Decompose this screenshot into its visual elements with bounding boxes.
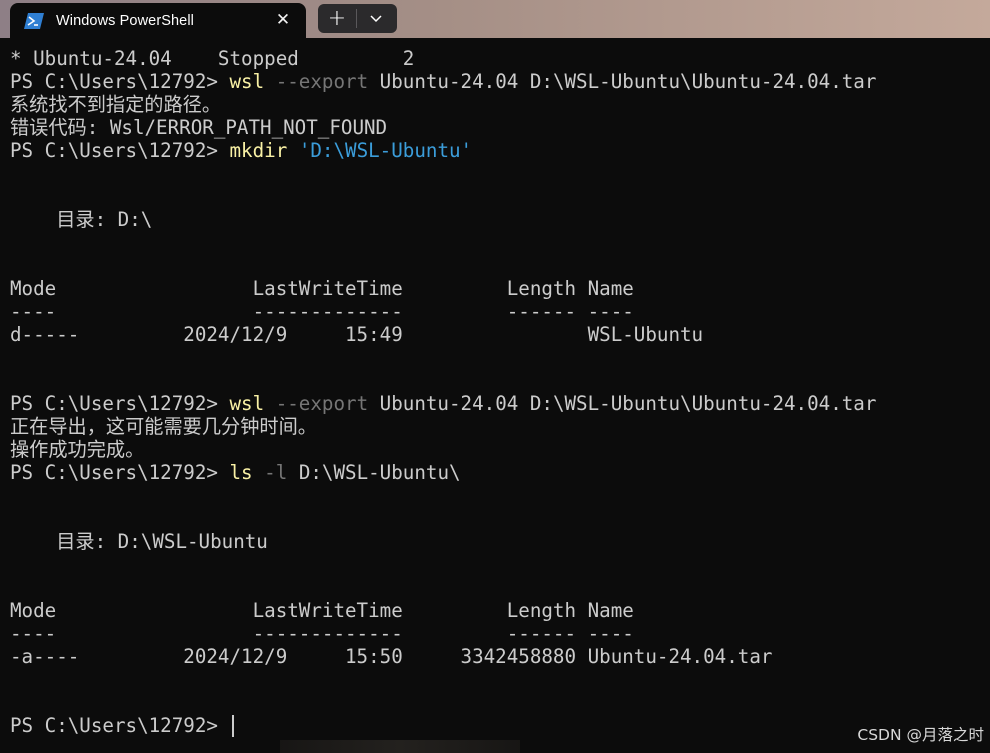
text-cursor [231, 715, 234, 737]
terminal-text: D:\WSL-Ubuntu\ [287, 461, 461, 484]
terminal-text: 错误代码: Wsl/ERROR_PATH_NOT_FOUND [10, 116, 388, 139]
terminal-line: 正在导出，这可能需要几分钟时间。 [10, 415, 985, 438]
terminal-token-cmd: wsl [229, 392, 265, 415]
terminal-text: PS C:\Users\12792> [10, 714, 230, 737]
terminal-line: 操作成功完成。 [10, 438, 985, 461]
terminal-token-str: 'D:\WSL-Ubuntu' [287, 139, 473, 162]
terminal-line: d----- 2024/12/9 15:49 WSL-Ubuntu [10, 323, 985, 346]
terminal-line: -a---- 2024/12/9 15:50 3342458880 Ubuntu… [10, 645, 985, 668]
tab-dropdown-button[interactable] [357, 4, 395, 33]
terminal-text: PS C:\Users\12792> [10, 392, 230, 415]
terminal-line: Mode LastWriteTime Length Name [10, 277, 985, 300]
tab-bar: Windows PowerShell ✕ + [0, 0, 990, 38]
tab-actions: + [318, 4, 397, 33]
terminal-token-param: -l [252, 461, 288, 484]
terminal-line: Mode LastWriteTime Length Name [10, 599, 985, 622]
terminal-text: Mode LastWriteTime Length Name [10, 599, 634, 622]
terminal-token-param: --export [264, 392, 369, 415]
terminal-text: ---- ------------- ------ ---- [10, 300, 634, 323]
terminal-token-cmd: mkdir [229, 139, 288, 162]
terminal-line: * Ubuntu-24.04 Stopped 2 [10, 47, 985, 70]
tab-windows-powershell[interactable]: Windows PowerShell ✕ [10, 3, 306, 38]
terminal-text: PS C:\Users\12792> [10, 139, 230, 162]
tab-title: Windows PowerShell [56, 12, 194, 29]
terminal-text: 正在导出，这可能需要几分钟时间。 [10, 415, 317, 438]
background-page-fragment [280, 740, 520, 753]
terminal-line: PS C:\Users\12792> wsl --export Ubuntu-2… [10, 70, 985, 93]
close-tab-icon[interactable]: ✕ [274, 11, 292, 29]
terminal-line: ---- ------------- ------ ---- [10, 622, 985, 645]
terminal-text: PS C:\Users\12792> [10, 70, 230, 93]
terminal-text: 目录: D:\WSL-Ubuntu [10, 530, 268, 553]
terminal-text: ---- ------------- ------ ---- [10, 622, 634, 645]
new-tab-button[interactable]: + [318, 4, 356, 33]
chevron-down-icon [370, 14, 382, 22]
terminal-line: PS C:\Users\12792> wsl --export Ubuntu-2… [10, 392, 985, 415]
terminal-line: 错误代码: Wsl/ERROR_PATH_NOT_FOUND [10, 116, 985, 139]
terminal-line: PS C:\Users\12792> ls -l D:\WSL-Ubuntu\ [10, 461, 985, 484]
terminal-line: PS C:\Users\12792> mkdir 'D:\WSL-Ubuntu' [10, 139, 985, 162]
terminal-text: Mode LastWriteTime Length Name [10, 277, 634, 300]
terminal-text: d----- 2024/12/9 15:49 WSL-Ubuntu [10, 323, 704, 346]
terminal-line: ---- ------------- ------ ---- [10, 300, 985, 323]
terminal-line: 目录: D:\ [10, 208, 985, 231]
terminal-output[interactable]: * Ubuntu-24.04 Stopped 2 PS C:\Users\1279… [10, 47, 985, 747]
csdn-watermark: CSDN @月落之时 [857, 726, 984, 744]
terminal-line: PS C:\Users\12792> [10, 714, 985, 737]
terminal-text: 系统找不到指定的路径。 [10, 93, 222, 116]
terminal-text: Ubuntu-24.04 D:\WSL-Ubuntu\Ubuntu-24.04.… [368, 70, 877, 93]
terminal-text: Ubuntu-24.04 D:\WSL-Ubuntu\Ubuntu-24.04.… [368, 392, 877, 415]
terminal-text: -a---- 2024/12/9 15:50 3342458880 Ubuntu… [10, 645, 773, 668]
terminal-text: * Ubuntu-24.04 Stopped 2 [10, 47, 415, 70]
terminal-text: 操作成功完成。 [10, 438, 145, 461]
terminal-line: 目录: D:\WSL-Ubuntu [10, 530, 985, 553]
powershell-icon [24, 12, 44, 29]
terminal-line: 系统找不到指定的路径。 [10, 93, 985, 116]
terminal-text: 目录: D:\ [10, 208, 153, 231]
terminal-token-cmd: ls [229, 461, 253, 484]
terminal-token-param: --export [264, 70, 369, 93]
terminal-token-cmd: wsl [229, 70, 265, 93]
terminal-text: PS C:\Users\12792> [10, 461, 230, 484]
